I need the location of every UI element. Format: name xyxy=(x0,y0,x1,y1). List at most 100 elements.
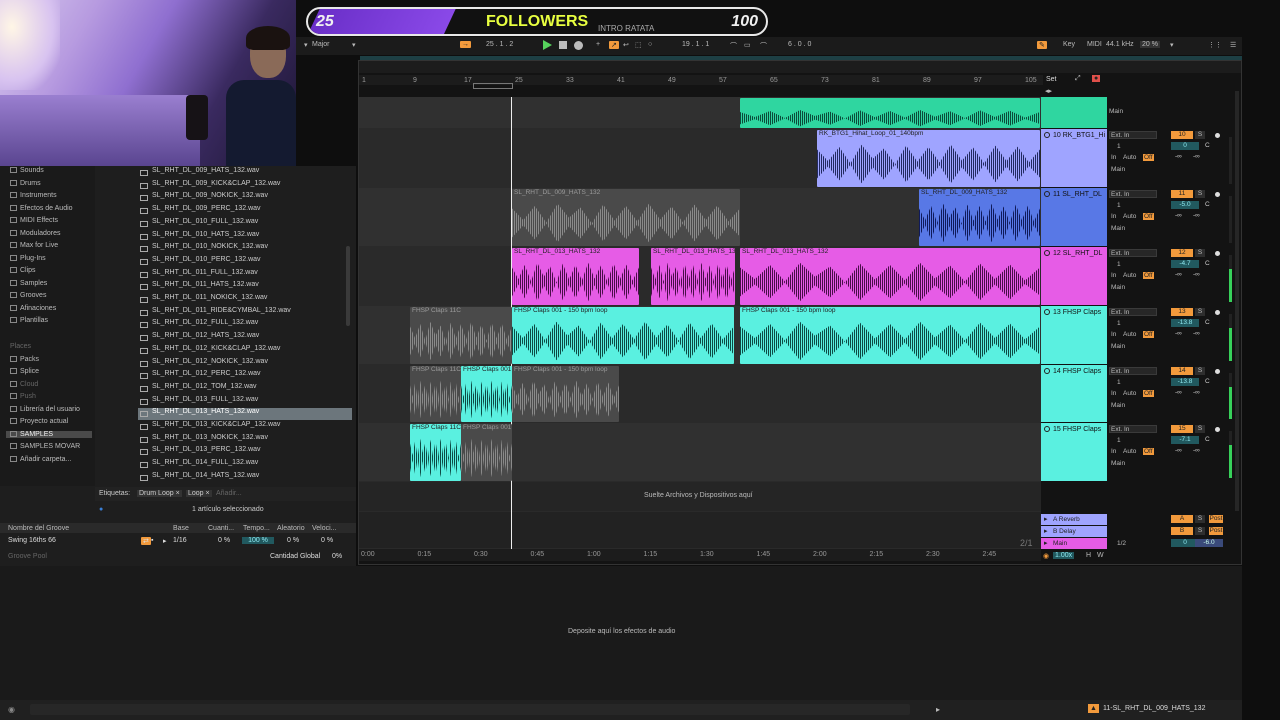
audio-clip[interactable]: SL_RHT_DL_009_HATS_132 xyxy=(512,189,740,246)
audio-clip[interactable]: FHSP Claps 11C xyxy=(410,366,461,422)
file-item[interactable]: SL_RHT_DL_009_PERC_132.wav xyxy=(138,205,352,217)
track-activator[interactable]: 13 xyxy=(1171,308,1193,316)
audio-clip[interactable]: SL_RHT_DL_013_HATS_132 xyxy=(740,248,1040,305)
track-activator[interactable]: 12 xyxy=(1171,249,1193,257)
track-header[interactable]: 14 FHSP Claps xyxy=(1041,365,1107,423)
input-channel-select[interactable]: 1 xyxy=(1117,379,1163,386)
groove-commit-icon[interactable]: ▸ xyxy=(163,537,167,545)
file-item[interactable]: SL_RHT_DL_011_RIDE&CYMBAL_132.wav xyxy=(138,307,352,319)
file-item[interactable]: SL_RHT_DL_012_FULL_132.wav xyxy=(138,319,352,331)
loop-brace[interactable] xyxy=(473,83,513,89)
send-b-field[interactable]: -∞ xyxy=(1193,330,1200,337)
monitor-auto[interactable]: Auto xyxy=(1123,272,1141,279)
file-item[interactable]: SL_RHT_DL_009_HATS_132.wav xyxy=(138,167,352,179)
pan-field[interactable]: C xyxy=(1205,201,1210,208)
audio-clip[interactable]: FHSP Claps 001 - 150 bpm loop xyxy=(512,307,734,364)
post-button[interactable]: Post xyxy=(1209,527,1223,535)
monitor-off[interactable]: Off xyxy=(1143,448,1154,455)
volume-field[interactable]: -5.0 xyxy=(1171,201,1199,209)
add-folder[interactable]: Añadir carpeta... xyxy=(10,456,71,463)
track-activator-icon[interactable] xyxy=(1044,426,1050,432)
place-samples[interactable]: SAMPLES xyxy=(6,431,92,438)
category-midi-effects[interactable]: MIDI Effects xyxy=(10,217,58,224)
arm-button[interactable] xyxy=(1215,192,1220,197)
clip-view-icon[interactable]: ▲ xyxy=(1088,704,1099,713)
file-item[interactable]: SL_RHT_DL_010_FULL_132.wav xyxy=(138,218,352,230)
main-db[interactable]: -6.0 xyxy=(1195,539,1223,547)
groove-save-icon[interactable]: ▪ xyxy=(151,537,153,544)
track-activator-icon[interactable] xyxy=(1044,368,1050,374)
arm-button[interactable] xyxy=(1215,133,1220,138)
loop-length[interactable]: 6 . 0 . 0 xyxy=(788,41,811,48)
global-amount-value[interactable]: 0% xyxy=(332,553,342,560)
pan-field[interactable]: C xyxy=(1205,260,1210,267)
nav-arrows-icon[interactable]: ◂▸ xyxy=(1045,87,1052,95)
volume-field[interactable]: -13.8 xyxy=(1171,319,1199,327)
send-a-field[interactable]: -∞ xyxy=(1175,153,1182,160)
status-info-icon[interactable]: ◉ xyxy=(8,705,15,714)
category-plugins[interactable]: Plug-Ins xyxy=(10,255,46,262)
return-track-header[interactable]: ▸ A Reverb xyxy=(1041,514,1107,525)
file-item[interactable]: SL_RHT_DL_014_FULL_132.wav xyxy=(138,459,352,471)
file-item[interactable]: SL_RHT_DL_012_HATS_132.wav xyxy=(138,332,352,344)
track-activator-icon[interactable]: ▸ xyxy=(1044,527,1048,535)
menu-icon[interactable]: ☰ xyxy=(1230,41,1236,49)
input-channel-select[interactable]: 1 xyxy=(1117,143,1163,150)
arm-button[interactable] xyxy=(1215,310,1220,315)
output-select[interactable]: Main xyxy=(1111,166,1157,173)
input-type-select[interactable]: Ext. In xyxy=(1111,132,1157,139)
automation-arm-icon[interactable]: ↗ xyxy=(609,41,619,49)
track-activator[interactable]: 15 xyxy=(1171,425,1193,433)
category-drums[interactable]: Drums xyxy=(10,180,41,187)
output-select[interactable]: Main xyxy=(1111,460,1157,467)
send-b-field[interactable]: -∞ xyxy=(1193,153,1200,160)
follow-icon[interactable]: → xyxy=(460,41,471,48)
file-item[interactable]: SL_RHT_DL_012_NOKICK_132.wav xyxy=(138,358,352,370)
track-activator[interactable]: 11 xyxy=(1171,190,1193,198)
solo-button[interactable]: S xyxy=(1195,515,1205,523)
input-type-select[interactable]: Ext. In xyxy=(1111,309,1157,316)
play-icon[interactable] xyxy=(543,40,552,50)
track-header[interactable]: 13 FHSP Claps xyxy=(1041,306,1107,365)
groove-name[interactable]: Swing 16ths 66 xyxy=(8,537,56,544)
track-header[interactable]: 10 RK_BTG1_Hi xyxy=(1041,129,1107,188)
track-activator-icon[interactable] xyxy=(1044,132,1050,138)
record-icon[interactable] xyxy=(574,41,583,50)
volume-field[interactable]: -4.7 xyxy=(1171,260,1199,268)
volume-field[interactable]: -13.8 xyxy=(1171,378,1199,386)
category-max-for-live[interactable]: Max for Live xyxy=(10,242,58,249)
file-item[interactable]: SL_RHT_DL_013_FULL_132.wav xyxy=(138,396,352,408)
audio-clip[interactable]: RK_BTG1_Hihat_Loop_01_140bpm xyxy=(817,130,1040,187)
audio-clip[interactable]: FHSP Claps 11C xyxy=(410,307,512,364)
volume-field[interactable]: -7.1 xyxy=(1171,436,1199,444)
place-user-library[interactable]: Librería del usuario xyxy=(10,406,80,413)
category-grooves[interactable]: Grooves xyxy=(10,292,46,299)
tag-drum-loop[interactable]: Drum Loop × xyxy=(137,490,182,497)
monitor-in[interactable]: In xyxy=(1111,154,1121,161)
vertical-scrollbar[interactable] xyxy=(1235,91,1239,511)
solo-button[interactable]: S xyxy=(1195,190,1205,198)
place-current-project[interactable]: Proyecto actual xyxy=(10,418,68,425)
output-select[interactable]: Main xyxy=(1109,108,1155,115)
track-header[interactable]: 15 FHSP Claps xyxy=(1041,423,1107,482)
return-activator[interactable]: A xyxy=(1171,515,1193,523)
send-a-field[interactable]: -∞ xyxy=(1175,389,1182,396)
file-list-scrollbar[interactable] xyxy=(346,246,350,326)
draw-mode-icon[interactable]: ✎ xyxy=(1037,41,1047,49)
show-detail-icon[interactable]: ▸ xyxy=(936,705,940,714)
w-button[interactable]: W xyxy=(1097,552,1104,559)
file-item[interactable]: SL_RHT_DL_011_HATS_132.wav xyxy=(138,281,352,293)
place-cloud[interactable]: Cloud xyxy=(10,381,38,388)
monitor-off[interactable]: Off xyxy=(1143,213,1154,220)
monitor-off[interactable]: Off xyxy=(1143,272,1154,279)
place-samples-movar[interactable]: SAMPLES MOVAR xyxy=(10,443,80,450)
track-activator[interactable]: 14 xyxy=(1171,367,1193,375)
category-modulators[interactable]: Moduladores xyxy=(10,230,60,237)
category-instruments[interactable]: Instruments xyxy=(10,192,57,199)
audio-clip[interactable]: FHSP Claps 001 - 150 bpm loop xyxy=(512,366,619,422)
loop-icon[interactable]: ▭ xyxy=(744,41,751,49)
stop-icon[interactable] xyxy=(559,41,567,49)
solo-button[interactable]: S xyxy=(1195,131,1205,139)
monitor-in[interactable]: In xyxy=(1111,390,1121,397)
main-track-header[interactable]: ▸ Main xyxy=(1041,538,1107,549)
